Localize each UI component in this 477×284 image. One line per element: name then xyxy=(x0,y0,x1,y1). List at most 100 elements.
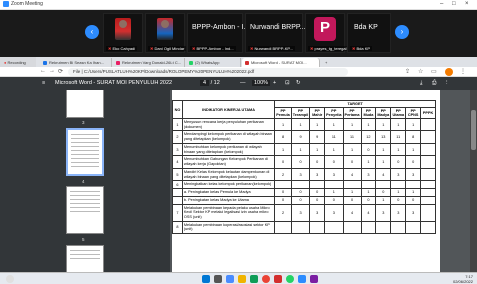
indicator-description: Melakukan pembinaan koperasi/asosiasi se… xyxy=(181,220,276,235)
share-icon[interactable]: ⇪ xyxy=(405,68,410,75)
chrome-icon[interactable] xyxy=(262,275,270,283)
print-icon[interactable]: ⎙ xyxy=(432,80,436,87)
extensions-icon[interactable]: ▭ xyxy=(431,68,437,75)
pdf-scrollbar[interactable] xyxy=(470,90,477,272)
participant-video xyxy=(157,18,173,40)
forward-icon[interactable]: → xyxy=(49,68,55,74)
widgets-icon[interactable] xyxy=(6,275,14,283)
page-number-input[interactable]: 4 xyxy=(200,80,210,86)
profile-avatar[interactable] xyxy=(445,68,453,76)
browser-tab-active[interactable]: Microsoft Word - SURAT MOI... xyxy=(242,58,320,67)
column-header-target: PP Penyelia xyxy=(324,107,344,119)
target-value: 1 xyxy=(342,117,362,132)
mic-muted-icon: ✖ xyxy=(352,46,356,51)
fit-page-icon[interactable]: ⊡ xyxy=(285,80,290,86)
target-value xyxy=(405,180,422,190)
zoom-level[interactable]: 100% xyxy=(252,80,271,86)
target-value: 3 xyxy=(375,203,392,222)
recording-indicator: ● Recording xyxy=(0,57,36,67)
rotate-icon[interactable]: ↻ xyxy=(296,80,301,86)
app-taskbar-icon[interactable] xyxy=(310,275,318,283)
next-participants-button[interactable]: › xyxy=(395,25,409,39)
target-value: 1 xyxy=(375,117,392,132)
target-value: 1 xyxy=(360,117,377,132)
more-options-icon[interactable]: ⋮ xyxy=(444,80,450,86)
address-bar-row: ← → ⟳ File | C:/Users/PUSLATLUH%20KP/Dow… xyxy=(0,67,477,77)
page-thumbnail[interactable] xyxy=(66,245,104,272)
zoom-taskbar-icon[interactable] xyxy=(298,275,306,283)
participant-tile[interactable]: ✖ prayes_tg_teregal xyxy=(305,13,349,53)
target-value: 1 xyxy=(375,155,392,169)
target-value-pppk xyxy=(420,220,436,235)
task-view-icon[interactable] xyxy=(226,275,234,283)
minimize-button[interactable]: – xyxy=(440,1,443,7)
file-explorer-icon[interactable] xyxy=(238,275,246,283)
target-value-pppk xyxy=(420,188,436,197)
target-value: 0 xyxy=(274,188,292,197)
scroll-thumb[interactable] xyxy=(471,110,476,150)
row-number: 1 xyxy=(172,117,183,132)
back-icon[interactable]: ← xyxy=(40,68,46,74)
target-value xyxy=(360,180,377,190)
target-value: 1 xyxy=(309,117,326,132)
target-value: 0 xyxy=(324,195,344,205)
target-value-pppk xyxy=(420,130,436,144)
participant-tile[interactable]: BPPP-Ambon - I... ✖ BPPP-Ambon - Ind... xyxy=(187,13,249,53)
participant-tile[interactable]: Bda KP ✖ Bda KP xyxy=(347,13,391,53)
system-tray[interactable]: 7:17 02/06/2022 xyxy=(453,274,473,284)
mic-muted-icon: ✖ xyxy=(108,46,112,51)
row-number: 2 xyxy=(172,130,183,144)
page-thumbnail[interactable] xyxy=(66,186,104,234)
target-value: 4 xyxy=(360,203,377,222)
reload-icon[interactable]: ⟳ xyxy=(58,68,63,75)
download-icon[interactable]: ⤓ xyxy=(420,80,422,87)
edge-icon[interactable] xyxy=(250,275,258,283)
office-icon[interactable] xyxy=(274,275,282,283)
page-thumbnail[interactable] xyxy=(66,90,104,118)
table-row: 4 Menumbuhkan Gabungan Kelompok Perikanan… xyxy=(172,155,436,169)
start-icon[interactable] xyxy=(202,275,210,283)
row-number: 5 xyxy=(172,167,183,182)
pdf-page: NO INDIKATOR KINERJA UTAMA TARGET PP Pem… xyxy=(172,90,440,272)
target-value: 13 xyxy=(375,130,392,144)
browser-tab[interactable]: Rekrutmen Varg Donald-26Lt C... xyxy=(113,58,185,67)
column-header-indikator: INDIKATOR KINERJA UTAMA xyxy=(181,100,276,119)
hamburger-menu-icon[interactable]: ≡ xyxy=(42,80,45,86)
target-value: 0 xyxy=(342,155,362,169)
maximize-button[interactable]: □ xyxy=(452,1,456,7)
target-value: 4 xyxy=(375,167,392,182)
participant-tile[interactable]: ✖ Dani Ogil Mindar xyxy=(145,13,187,53)
zoom-out-button[interactable]: — xyxy=(240,80,246,86)
row-number: 7 xyxy=(172,203,183,222)
participant-display-name: Bda KP xyxy=(354,24,378,31)
participant-tile[interactable]: Nurwandi BRPP... ✖ Nurwandi BRPP-KP... xyxy=(245,13,306,53)
target-value-pppk xyxy=(420,203,436,222)
table-row: 2 Mendampingi kelompok perikanan di wilay… xyxy=(172,130,436,144)
target-value: 3 xyxy=(405,203,422,222)
page-thumbnail-active[interactable] xyxy=(66,128,104,176)
target-value: 3 xyxy=(390,203,407,222)
search-icon[interactable] xyxy=(214,275,222,283)
bookmark-star-icon[interactable]: ☆ xyxy=(418,68,423,75)
target-value: 0 xyxy=(274,155,292,169)
new-tab-button[interactable]: + xyxy=(322,58,332,67)
zoom-in-button[interactable]: + xyxy=(273,80,276,86)
target-value: 3 xyxy=(309,203,326,222)
indicator-description: b. Peningkatan kelas Madya ke Utama xyxy=(181,195,276,205)
target-value xyxy=(324,220,344,235)
url-field[interactable]: File | C:/Users/PUSLATLUH%20KP/Downloads… xyxy=(68,68,348,76)
row-number: 8 xyxy=(172,220,183,235)
previous-participants-button[interactable]: ‹ xyxy=(85,25,99,39)
participant-tile[interactable]: ✖ Eko Cahyadi xyxy=(103,13,143,53)
close-button[interactable]: × xyxy=(465,1,469,7)
browser-tab[interactable]: (2) WhatsApp xyxy=(186,58,241,67)
thumbnail-page-number: 3 xyxy=(82,120,85,125)
menu-dots-icon[interactable]: ⋮ xyxy=(460,68,466,75)
row-number xyxy=(172,188,183,197)
whatsapp-taskbar-icon[interactable] xyxy=(286,275,294,283)
table-row: b. Peningkatan kelas Madya ke Utama 0 0 0 0 0… xyxy=(172,195,436,205)
browser-tab[interactable]: Rekrutmen Bi Seasn Ka Ihan... xyxy=(40,58,112,67)
zoom-app-icon xyxy=(3,1,9,7)
taskbar: 7:17 02/06/2022 xyxy=(0,272,477,284)
target-value: 0 xyxy=(290,155,311,169)
